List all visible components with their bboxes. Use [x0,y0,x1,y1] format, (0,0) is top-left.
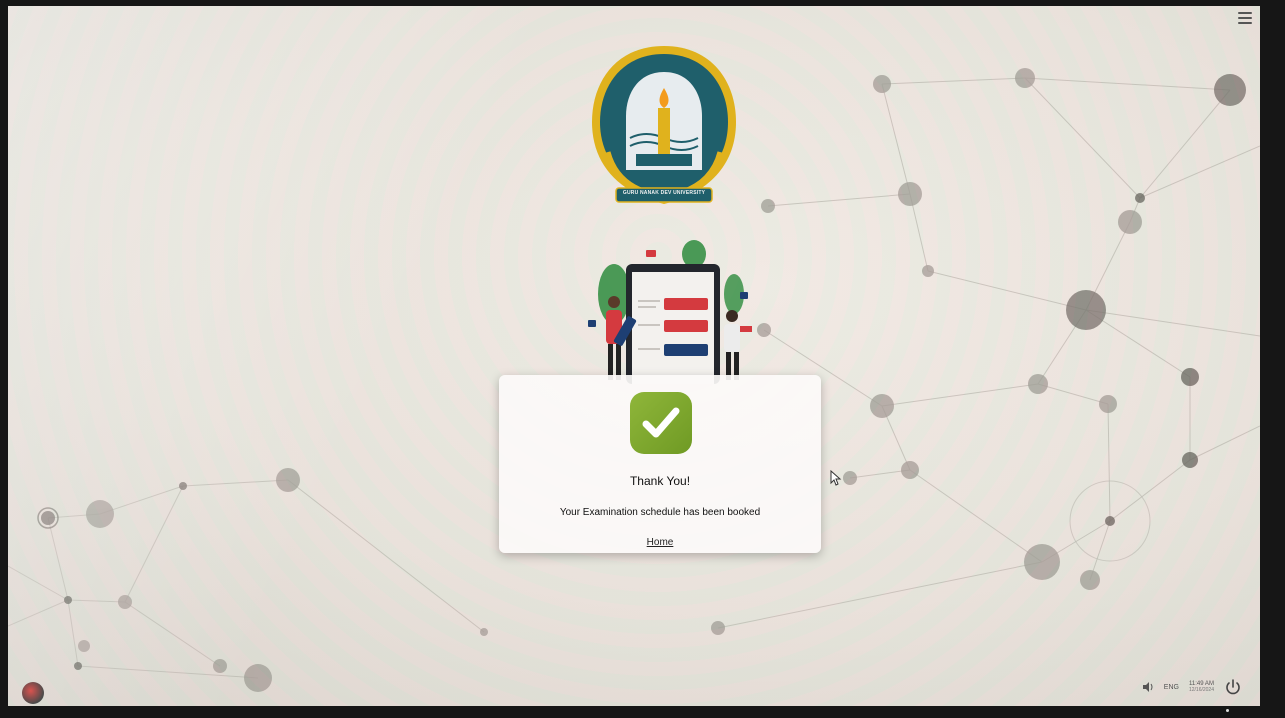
university-logo [592,46,736,204]
confirmation-dialog: Thank You! Your Examination schedule has… [499,375,821,553]
dialog-message: Your Examination schedule has been booke… [559,507,761,518]
speaker-icon[interactable] [1142,681,1154,693]
taskbar: ENG 11:49 AM 12/16/2024 [8,666,1260,706]
clock-date: 12/16/2024 [1188,686,1214,693]
hamburger-menu-icon[interactable] [1238,12,1252,24]
system-tray: ENG 11:49 AM 12/16/2024 [1142,678,1242,696]
dialog-title: Thank You! [629,474,691,488]
booking-illustration [588,240,752,384]
mouse-pointer-icon [830,470,842,486]
home-link[interactable]: Home [499,537,821,548]
monitor-power-led [1226,709,1229,712]
university-name: GURU NANAK DEV UNIVERSITY [622,190,706,196]
checkmark-icon [630,392,692,454]
desktop-screen: GURU NANAK DEV UNIVERSITY Thank You! You… [8,6,1260,706]
language-indicator[interactable]: ENG [1164,684,1179,691]
clock[interactable]: 11:49 AM 12/16/2024 [1189,681,1214,693]
start-orb-icon[interactable] [22,682,44,704]
power-icon[interactable] [1224,678,1242,696]
